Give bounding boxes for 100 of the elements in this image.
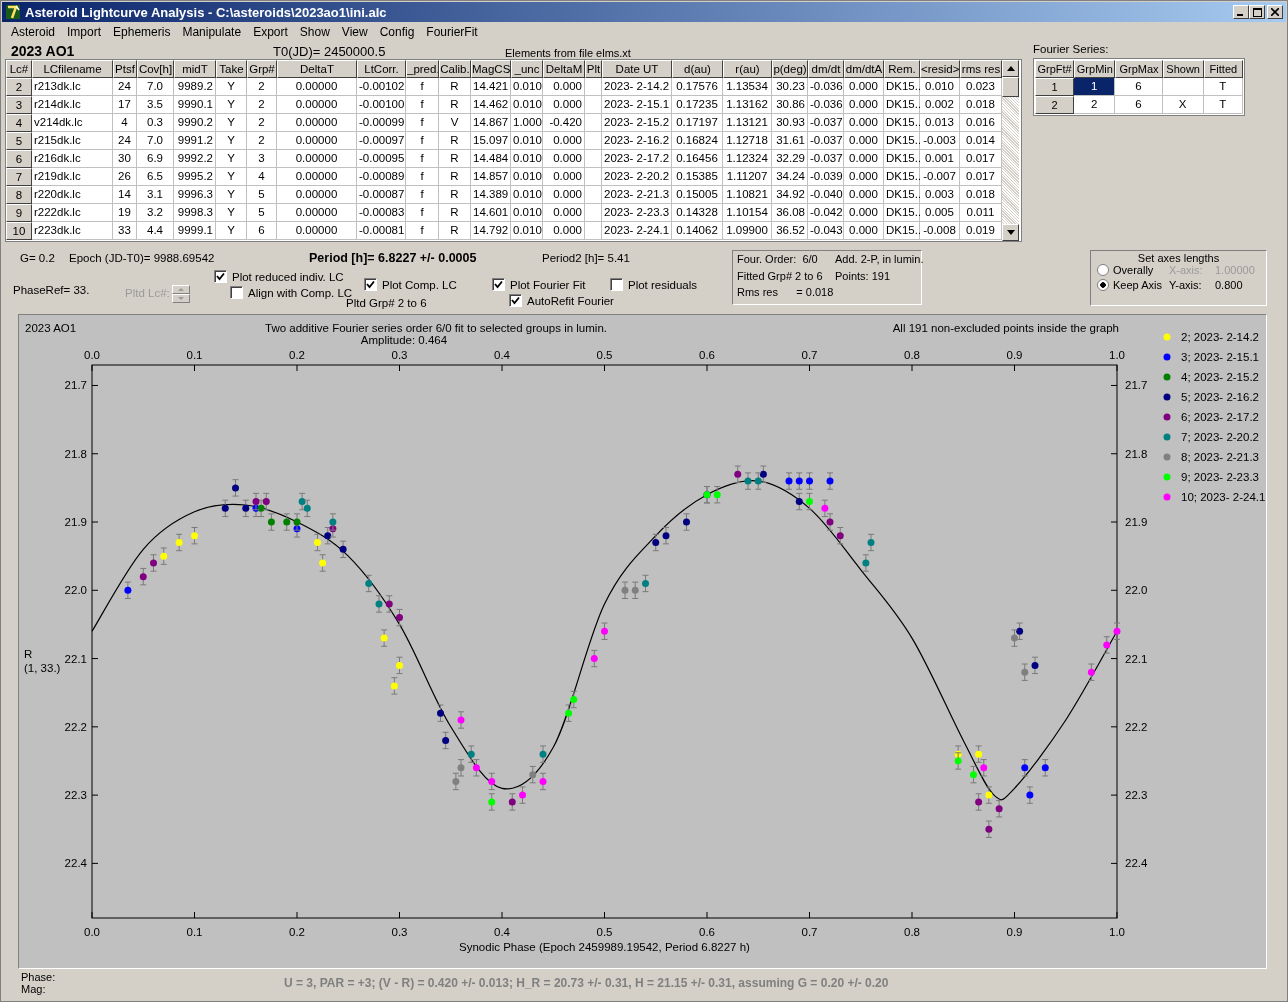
x-tick-label: 0.8 xyxy=(904,349,920,361)
legend-label: 4; 2023- 2-15.2 xyxy=(1181,371,1259,383)
table-cell: Y xyxy=(216,186,247,204)
table-cell: 36.08 xyxy=(772,204,808,222)
table-cell: Y xyxy=(216,78,247,96)
table-cell: 0.013 xyxy=(920,114,960,132)
summary-text: Fitted Grp# 2 to 6 xyxy=(737,269,824,284)
epoch-value: Epoch (JD-T0)= 9988.69542 xyxy=(69,252,215,264)
table-cell: 0.000 xyxy=(543,132,585,150)
phase-ref-value: PhaseRef= 33. xyxy=(13,284,90,296)
table-cell: -0.037 xyxy=(808,114,844,132)
x-tick-label: 0.7 xyxy=(801,926,818,938)
y-tick-label: 22.0 xyxy=(1125,584,1148,597)
table-cell: 0.00000 xyxy=(277,78,357,96)
table-cell: r215dk.lc xyxy=(32,132,113,150)
table-cell: -0.040 xyxy=(808,186,844,204)
table-cell: f xyxy=(406,132,439,150)
legend-label: 6; 2023- 2-17.2 xyxy=(1181,411,1259,423)
table-cell: -0.00087 xyxy=(357,186,406,204)
legend-label: 8; 2023- 2-21.3 xyxy=(1181,451,1259,463)
window-title: Asteroid Lightcurve Analysis - C:\asteroids\2023ao1\ini.alc xyxy=(25,4,388,20)
x-tick-label: 0.3 xyxy=(391,349,408,361)
table-cell: 2023- 2-21.3 xyxy=(602,186,672,204)
table-cell: 32.29 xyxy=(772,150,808,168)
y-tick-label: 22.2 xyxy=(1125,720,1148,733)
table-cell: 0.017 xyxy=(960,150,1002,168)
table-cell: 6.9 xyxy=(137,150,174,168)
table-cell: -0.00089 xyxy=(357,168,406,186)
table-cell: 0.010 xyxy=(511,78,543,96)
table-cell: 2023- 2-14.2 xyxy=(602,78,672,96)
table-cell: r219dk.lc xyxy=(32,168,113,186)
x-tick-label: 0.1 xyxy=(186,926,203,938)
table-cell: 0.010 xyxy=(511,96,543,114)
table-cell: 0.16824 xyxy=(672,132,723,150)
table-cell: v214dk.lc xyxy=(32,114,113,132)
period2-value: Period2 [h]= 5.41 xyxy=(542,252,630,264)
table-cell: -0.00081 xyxy=(357,222,406,240)
table-cell: 0.000 xyxy=(543,96,585,114)
table-cell: R xyxy=(439,78,471,96)
x-tick-label: 0.4 xyxy=(494,926,510,938)
table-cell: -0.008 xyxy=(920,222,960,240)
table-cell: 2023- 2-24.1 xyxy=(602,222,672,240)
table-cell: 0.14062 xyxy=(672,222,723,240)
y-tick-label: 22.3 xyxy=(1125,789,1148,802)
x-tick-label: 0.1 xyxy=(186,349,203,361)
table-cell: 2 xyxy=(247,114,277,132)
table-cell: -0.037 xyxy=(808,150,844,168)
y-tick-label: 21.7 xyxy=(1125,379,1148,392)
field-label: Y-axis: xyxy=(1169,279,1203,291)
table-cell: 0.000 xyxy=(543,168,585,186)
table-cell: 30.86 xyxy=(772,96,808,114)
table-cell: 1.10821 xyxy=(723,186,772,204)
table-cell: R xyxy=(439,186,471,204)
y-tick-label: 22.3 xyxy=(64,789,87,802)
table-cell: 0.000 xyxy=(844,150,884,168)
table-cell: 9989.2 xyxy=(174,78,216,96)
y-tick-label: 21.8 xyxy=(64,447,87,460)
table-cell: 14.389 xyxy=(471,186,511,204)
x-tick-label: 0.4 xyxy=(494,349,510,361)
table-cell: -0.00100 xyxy=(357,96,406,114)
table-cell: 9999.1 xyxy=(174,222,216,240)
table-cell: 2023- 2-16.2 xyxy=(602,132,672,150)
table-cell: 34.92 xyxy=(772,186,808,204)
table-cell: 0.000 xyxy=(543,150,585,168)
table-cell: 9995.2 xyxy=(174,168,216,186)
table-cell: 0.14328 xyxy=(672,204,723,222)
table-cell: 14.857 xyxy=(471,168,511,186)
table-cell: -0.00099 xyxy=(357,114,406,132)
table-cell: DK15.. xyxy=(884,132,920,150)
table-cell: 0.000 xyxy=(543,78,585,96)
table-cell: 34.24 xyxy=(772,168,808,186)
y-tick-label: 21.9 xyxy=(64,516,87,528)
table-cell: 0.000 xyxy=(844,168,884,186)
table-cell: 0.000 xyxy=(844,132,884,150)
legend-label: 9; 2023- 2-23.3 xyxy=(1181,471,1259,483)
table-cell: 14.867 xyxy=(471,114,511,132)
table-cell: 9990.2 xyxy=(174,114,216,132)
table-cell: Y xyxy=(216,168,247,186)
table-cell: 0.010 xyxy=(511,150,543,168)
table-cell: 0.000 xyxy=(844,222,884,240)
table-cell: 15.097 xyxy=(471,132,511,150)
table-cell: R xyxy=(439,132,471,150)
table-cell: DK15.. xyxy=(884,222,920,240)
pltd-lc-label: Pltd Lc#: xyxy=(125,287,170,299)
table-cell: 14.462 xyxy=(471,96,511,114)
legend-label: 3; 2023- 2-15.1 xyxy=(1181,351,1259,363)
table-cell: 6 xyxy=(247,222,277,240)
table-cell: 0.00000 xyxy=(277,150,357,168)
table-cell: 14.421 xyxy=(471,78,511,96)
table-cell: DK15.. xyxy=(884,96,920,114)
table-cell: 0.000 xyxy=(844,96,884,114)
table-cell: Y xyxy=(216,222,247,240)
table-cell: 1.13162 xyxy=(723,96,772,114)
x-tick-label: 0.0 xyxy=(84,926,100,938)
y-axis-note: (1, 33.) xyxy=(24,662,61,674)
table-cell: 2 xyxy=(247,132,277,150)
table-cell: 1.09900 xyxy=(723,222,772,240)
table-cell: -0.037 xyxy=(808,132,844,150)
table-cell: 0.016 xyxy=(960,114,1002,132)
table-cell: 14 xyxy=(113,186,137,204)
